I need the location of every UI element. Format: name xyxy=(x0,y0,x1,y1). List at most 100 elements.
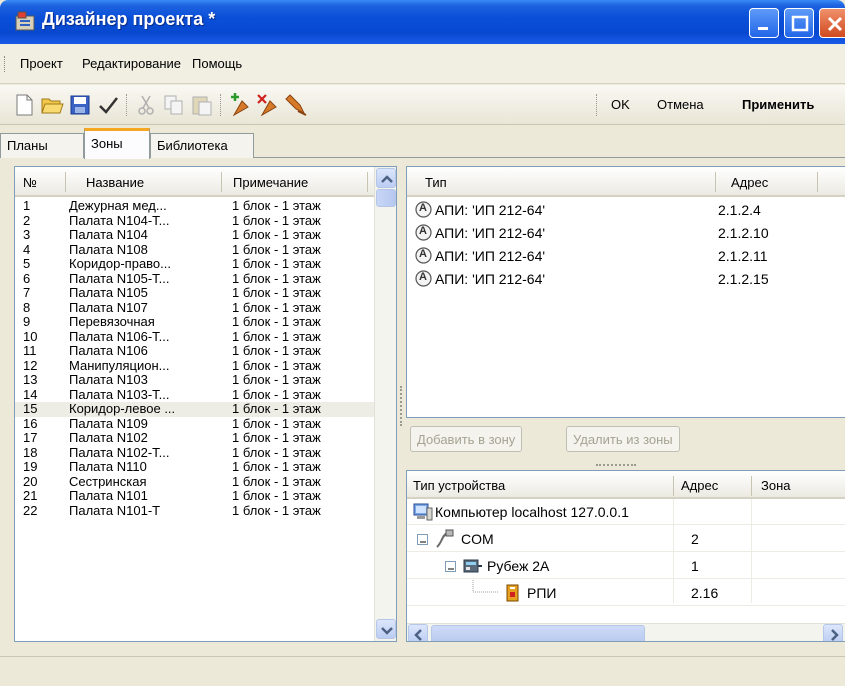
ok-button[interactable]: OK xyxy=(611,97,630,112)
column-number[interactable]: № xyxy=(23,175,37,190)
column-device-type[interactable]: Тип устройства xyxy=(413,478,505,493)
zone-name: Палата N106 xyxy=(69,344,148,358)
check-icon[interactable] xyxy=(96,93,120,117)
column-divider[interactable] xyxy=(673,476,674,496)
zone-row[interactable]: 14 Палата N103-Т... 1 блок - 1 этаж xyxy=(15,388,374,403)
tab-library[interactable]: Библиотека xyxy=(150,133,254,158)
add-device-icon[interactable] xyxy=(228,93,252,117)
zone-row[interactable]: 18 Палата N102-Т... 1 блок - 1 этаж xyxy=(15,446,374,461)
zone-row[interactable]: 12 Манипуляцион... 1 блок - 1 этаж xyxy=(15,359,374,374)
device-tree-horizontal-scrollbar[interactable] xyxy=(407,623,845,641)
menu-help[interactable]: Помощь xyxy=(192,56,242,71)
scroll-left-button[interactable] xyxy=(408,624,428,641)
new-file-icon[interactable] xyxy=(12,93,36,117)
zone-device-row[interactable]: А АПИ: 'ИП 212-64' 2.1.2.4 xyxy=(407,199,845,221)
zone-device-row[interactable]: А АПИ: 'ИП 212-64' 2.1.2.11 xyxy=(407,245,845,267)
column-divider[interactable] xyxy=(221,172,222,192)
tab-zones[interactable]: Зоны xyxy=(84,128,150,159)
menu-edit[interactable]: Редактирование xyxy=(82,56,181,71)
scroll-right-button[interactable] xyxy=(823,624,843,641)
scroll-up-button[interactable] xyxy=(376,168,396,188)
zone-row[interactable]: 16 Палата N109 1 блок - 1 этаж xyxy=(15,417,374,432)
copy-icon[interactable] xyxy=(162,93,186,117)
column-divider[interactable] xyxy=(65,172,66,192)
zone-devices-header: Тип Адрес xyxy=(407,167,845,197)
column-name[interactable]: Название xyxy=(86,175,144,190)
cancel-button[interactable]: Отмена xyxy=(657,97,704,112)
zone-device-row[interactable]: А АПИ: 'ИП 212-64' 2.1.2.10 xyxy=(407,222,845,244)
zone-row[interactable]: 2 Палата N104-Т... 1 блок - 1 этаж xyxy=(15,214,374,229)
menu-project[interactable]: Проект xyxy=(20,56,63,71)
zone-note: 1 блок - 1 этаж xyxy=(232,213,321,228)
column-address[interactable]: Адрес xyxy=(731,175,768,190)
zone-number: 17 xyxy=(23,431,38,445)
tree-address: 2 xyxy=(691,531,699,547)
zone-row[interactable]: 17 Палата N102 1 блок - 1 этаж xyxy=(15,431,374,446)
device-address: 2.1.2.10 xyxy=(718,225,769,241)
zone-row[interactable]: 7 Палата N105 1 блок - 1 этаж xyxy=(15,286,374,301)
zone-device-row[interactable]: А АПИ: 'ИП 212-64' 2.1.2.15 xyxy=(407,268,845,290)
column-divider[interactable] xyxy=(715,172,716,192)
collapse-icon[interactable] xyxy=(417,534,428,545)
tree-row-rpi[interactable]: РПИ 2.16 xyxy=(407,580,845,606)
zone-row[interactable]: 5 Коридор-право... 1 блок - 1 этаж xyxy=(15,257,374,272)
vertical-splitter[interactable] xyxy=(398,166,406,642)
app-icon xyxy=(14,10,36,32)
zone-row[interactable]: 13 Палата N103 1 блок - 1 этаж xyxy=(15,373,374,388)
column-note[interactable]: Примечание xyxy=(233,175,308,190)
zone-row[interactable]: 20 Сестринская 1 блок - 1 этаж xyxy=(15,475,374,490)
scroll-thumb[interactable] xyxy=(376,189,396,207)
tree-row-rubezh[interactable]: Рубеж 2А 1 xyxy=(407,553,845,579)
close-button[interactable] xyxy=(819,8,845,38)
tab-plans[interactable]: Планы xyxy=(0,133,84,158)
zone-row[interactable]: 19 Палата N110 1 блок - 1 этаж xyxy=(15,460,374,475)
zones-vertical-scrollbar[interactable] xyxy=(374,167,396,641)
maximize-button[interactable] xyxy=(784,8,814,38)
column-divider[interactable] xyxy=(817,172,818,192)
column-device-zone[interactable]: Зона xyxy=(761,478,791,493)
zone-row[interactable]: 6 Палата N105-Т... 1 блок - 1 этаж xyxy=(15,272,374,287)
column-device-address[interactable]: Адрес xyxy=(681,478,718,493)
minimize-button[interactable] xyxy=(749,8,779,38)
zone-name: Палата N109 xyxy=(69,416,148,431)
apply-button[interactable]: Применить xyxy=(742,97,814,112)
zone-row[interactable]: 22 Палата N101-Т 1 блок - 1 этаж xyxy=(15,504,374,519)
column-divider[interactable] xyxy=(367,172,368,192)
horizontal-splitter-grip[interactable] xyxy=(596,464,636,466)
save-icon[interactable] xyxy=(68,93,92,117)
scroll-thumb[interactable] xyxy=(431,625,645,641)
cut-icon[interactable] xyxy=(134,93,158,117)
detector-icon: А xyxy=(415,201,432,218)
zone-note: 1 блок - 1 этаж xyxy=(232,503,321,518)
title-bar[interactable]: Дизайнер проекта * xyxy=(0,0,845,44)
remove-device-icon[interactable] xyxy=(256,93,280,117)
move-device-icon[interactable] xyxy=(284,93,308,117)
zone-row[interactable]: 9 Перевязочная 1 блок - 1 этаж xyxy=(15,315,374,330)
zone-row[interactable]: 21 Палата N101 1 блок - 1 этаж xyxy=(15,489,374,504)
tree-row-com[interactable]: COM 2 xyxy=(407,526,845,552)
zone-name: Палата N103-Т... xyxy=(69,387,170,402)
zone-name: Палата N101 xyxy=(69,489,148,503)
zone-row[interactable]: 8 Палата N107 1 блок - 1 этаж xyxy=(15,301,374,316)
zone-row[interactable]: 1 Дежурная мед... 1 блок - 1 этаж xyxy=(15,199,374,214)
column-type[interactable]: Тип xyxy=(425,175,447,190)
zone-row[interactable]: 11 Палата N106 1 блок - 1 этаж xyxy=(15,344,374,359)
zone-row[interactable]: 15 Коридор-левое ... 1 блок - 1 этаж xyxy=(15,402,374,417)
zone-row[interactable]: 3 Палата N104 1 блок - 1 этаж xyxy=(15,228,374,243)
zone-note: 1 блок - 1 этаж xyxy=(232,460,321,474)
paste-icon[interactable] xyxy=(190,93,214,117)
zone-name: Палата N108 xyxy=(69,242,148,257)
collapse-icon[interactable] xyxy=(445,561,456,572)
zone-row[interactable]: 10 Палата N106-Т... 1 блок - 1 этаж xyxy=(15,330,374,345)
remove-from-zone-button[interactable]: Удалить из зоны xyxy=(566,426,680,452)
open-folder-icon[interactable] xyxy=(40,93,64,117)
tree-row-computer[interactable]: Компьютер localhost 127.0.0.1 xyxy=(407,499,845,525)
zone-number: 1 xyxy=(23,199,31,213)
zone-name: Палата N107 xyxy=(69,300,148,315)
detector-icon: А xyxy=(415,270,432,287)
scroll-down-button[interactable] xyxy=(376,619,396,639)
column-divider[interactable] xyxy=(751,476,752,496)
tab-strip: Планы Зоны Библиотека xyxy=(0,126,845,159)
zone-row[interactable]: 4 Палата N108 1 блок - 1 этаж xyxy=(15,243,374,258)
add-to-zone-button[interactable]: Добавить в зону xyxy=(410,426,523,452)
